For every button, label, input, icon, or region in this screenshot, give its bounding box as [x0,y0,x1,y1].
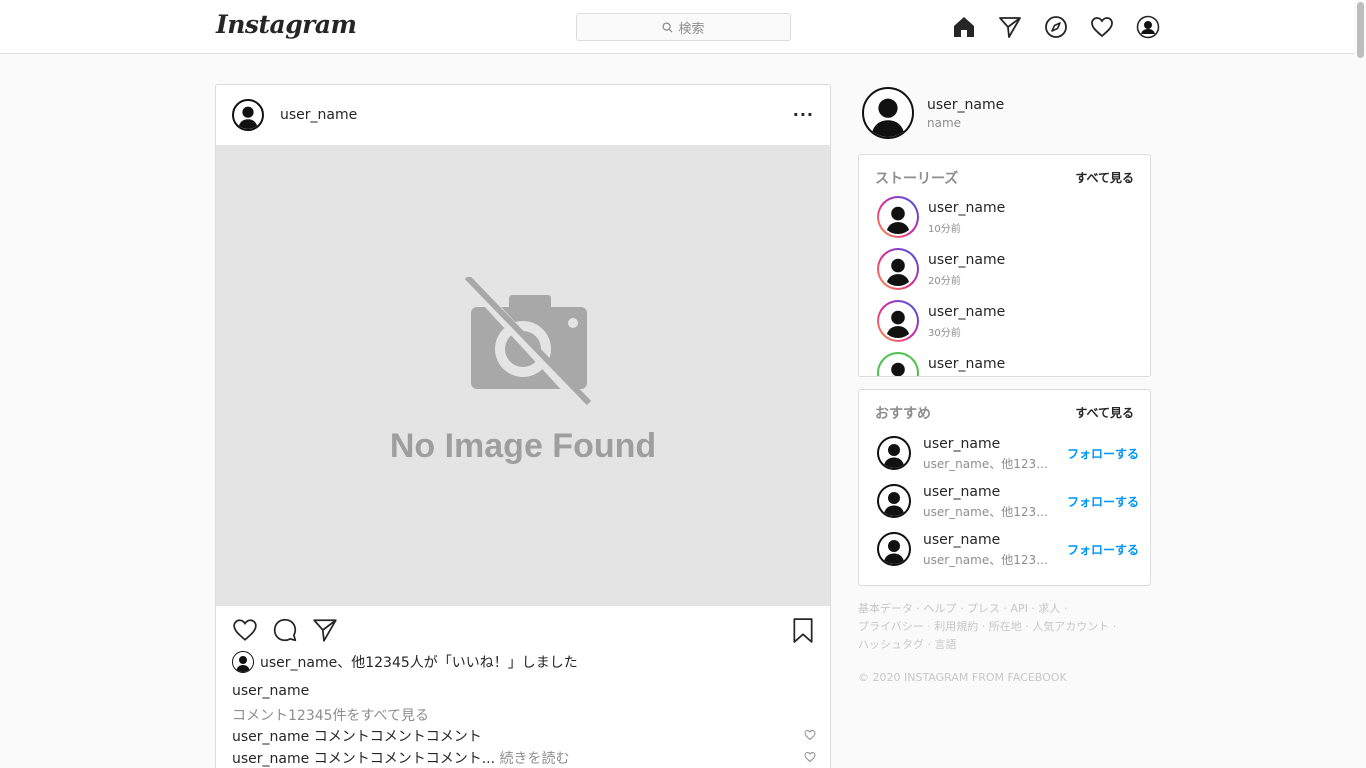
footer-links: 基本データ · ヘルプ · プレス · API · 求人 · プライバシー · … [858,600,1148,654]
suggestion-avatar[interactable] [877,436,911,470]
comment-like-icon[interactable] [804,729,816,741]
suggestion-subtext: user_name、他123人... [923,505,1053,519]
current-user-fullname: name [927,116,962,130]
like-heart-icon[interactable] [232,617,258,643]
comment-text: コメントコメントコメント... [313,751,496,767]
suggestions-title: おすすめ [875,406,931,422]
suggestion-username[interactable]: user_name [923,484,1000,500]
read-more-link[interactable]: 続きを読む [500,751,570,767]
suggestion-item: user_name user_name、他123人... フォローする [877,482,1139,522]
explore-icon[interactable] [1044,15,1068,39]
share-icon[interactable] [312,617,338,643]
stories-see-all-link[interactable]: すべて見る [1075,169,1134,186]
suggestion-username[interactable]: user_name [923,532,1000,548]
feed-post: user_name ··· No Image Found user_name、他… [215,84,831,768]
bookmark-icon[interactable] [790,617,816,643]
search-input[interactable]: 検索 [576,13,791,41]
no-image-label: No Image Found [389,427,657,465]
comment-username[interactable]: user_name [232,751,309,767]
profile-icon[interactable] [1136,15,1160,39]
user-silhouette-icon [883,492,905,516]
caption-username[interactable]: user_name [232,683,309,699]
story-username: user_name [928,304,1006,320]
story-time: 10分前 [928,224,961,235]
story-item[interactable]: user_name 30分前 [877,300,1137,344]
likes-text[interactable]: user_name、他12345人が「いいね！」しました [260,652,578,672]
suggestions-panel: おすすめ すべて見る user_name user_name、他123人... … [858,389,1151,586]
comment-like-icon[interactable] [804,751,816,763]
instagram-logo[interactable]: Instagram [216,10,357,39]
current-user-avatar[interactable] [862,87,914,139]
user-silhouette-icon [886,258,910,286]
no-camera-icon [464,277,591,416]
search-icon [662,21,674,33]
comment-username[interactable]: user_name [232,729,309,745]
page-scrollbar[interactable] [1354,0,1366,768]
story-ring [877,300,919,342]
follow-button[interactable]: フォローする [1067,541,1139,558]
post-username[interactable]: user_name [280,107,357,123]
likes-summary: user_name、他12345人が「いいね！」しました [232,651,578,673]
user-silhouette-icon [886,206,910,234]
user-silhouette-icon [883,540,905,564]
user-silhouette-icon [871,98,905,137]
follow-button[interactable]: フォローする [1067,493,1139,510]
stories-panel: ストーリーズ すべて見る user_name 10分前 user_name 20… [858,154,1151,377]
suggestion-subtext: user_name、他123人... [923,457,1053,471]
search-placeholder: 検索 [678,21,705,37]
comment-icon[interactable] [272,617,298,643]
user-silhouette-icon [883,444,905,468]
stories-title: ストーリーズ [875,171,959,187]
story-time: 20分前 [928,276,961,287]
story-time: 30分前 [928,328,961,339]
user-silhouette-icon [238,106,258,129]
footer-links-line[interactable]: ハッシュタグ · 言語 [858,636,1148,654]
suggestion-item: user_name user_name、他123人... フォローする [877,434,1139,474]
user-silhouette-icon [886,310,910,338]
post-author-avatar[interactable] [232,99,264,131]
story-username: user_name [928,200,1006,216]
suggestion-username[interactable]: user_name [923,436,1000,452]
user-silhouette-icon [891,362,905,376]
direct-icon[interactable] [998,15,1022,39]
follow-button[interactable]: フォローする [1067,445,1139,462]
story-username: user_name [928,356,1006,372]
story-ring [877,248,919,290]
suggestion-avatar[interactable] [877,484,911,518]
footer-links-line[interactable]: 基本データ · ヘルプ · プレス · API · 求人 · [858,600,1148,618]
footer-links-line[interactable]: プライバシー · 利用規約 · 所在地 · 人気アカウント · [858,618,1148,636]
scrollbar-thumb[interactable] [1357,2,1364,58]
story-item[interactable]: user_name 20分前 [877,248,1137,292]
comment-row: user_name コメントコメントコメント... 続きを読む [232,748,816,768]
story-username: user_name [928,252,1006,268]
suggestion-avatar[interactable] [877,532,911,566]
top-header: Instagram 検索 [0,0,1366,54]
liker-avatar[interactable] [232,651,254,673]
top-nav [952,15,1160,39]
post-actions [232,617,338,643]
post-header: user_name ··· [216,85,830,145]
comment-row: user_name コメントコメントコメント [232,726,816,746]
post-image[interactable]: No Image Found [216,145,830,606]
suggestions-see-all-link[interactable]: すべて見る [1075,404,1134,421]
current-username[interactable]: user_name [927,97,1004,113]
suggestion-subtext: user_name、他123人... [923,553,1053,567]
copyright-text: © 2020 INSTAGRAM FROM FACEBOOK [858,671,1067,684]
story-ring [877,352,919,376]
activity-icon[interactable] [1090,15,1114,39]
view-all-comments-link[interactable]: コメント12345件をすべて見る [232,705,429,725]
story-item[interactable]: user_name 10分前 [877,196,1137,240]
home-icon[interactable] [952,15,976,39]
user-silhouette-icon [236,656,250,672]
story-ring [877,196,919,238]
suggestion-item: user_name user_name、他123人... フォローする [877,530,1139,570]
comment-text: コメントコメントコメント [313,729,482,745]
more-options-icon[interactable]: ··· [793,105,814,124]
story-item[interactable]: user_name [877,352,1137,376]
